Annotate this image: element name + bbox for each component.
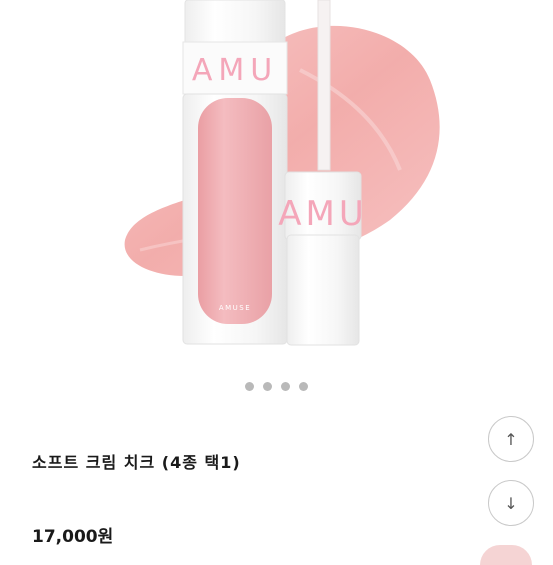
band-letters: AMU	[192, 53, 278, 88]
carousel-dot[interactable]	[281, 382, 290, 391]
scroll-up-button[interactable]: ↑	[488, 416, 534, 462]
tube-brand: AMUSE	[219, 304, 251, 312]
carousel-dots	[0, 382, 553, 394]
scroll-down-button[interactable]: ↓	[488, 480, 534, 526]
carousel-dot[interactable]	[245, 382, 254, 391]
wand-letters: AMU	[278, 194, 367, 234]
product-image: AMU AMUSE AMU	[0, 0, 553, 370]
floating-action-button[interactable]	[480, 545, 532, 565]
carousel-dot[interactable]	[263, 382, 272, 391]
bottle-tube	[198, 98, 272, 324]
arrow-up-icon: ↑	[504, 429, 518, 449]
product-title: 소프트 크림 치크 (4종 택1)	[32, 453, 241, 472]
wand-stick	[317, 0, 331, 171]
arrow-down-icon: ↓	[504, 493, 518, 513]
carousel-dot[interactable]	[299, 382, 308, 391]
wand-cap	[286, 234, 360, 346]
product-price: 17,000원	[32, 527, 114, 547]
product-illustration: AMU AMUSE AMU	[124, 0, 440, 346]
